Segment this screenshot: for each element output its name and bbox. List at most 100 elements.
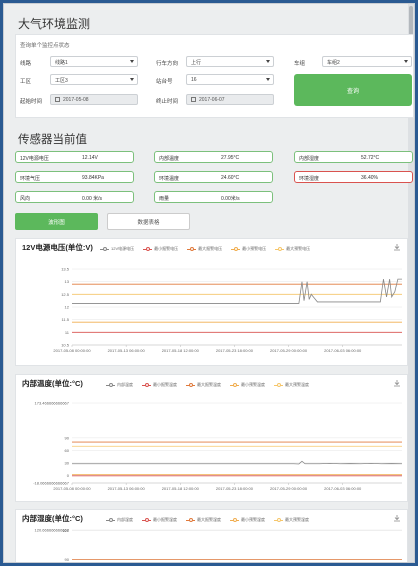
tab-curve[interactable]: 波形图	[15, 213, 98, 230]
x-tick-label: 2017-05-23 18:00:00	[216, 348, 254, 353]
legend-label: 最小预警温度	[241, 382, 265, 387]
sensor-value: 0.00 米/s	[82, 196, 103, 202]
calendar-icon	[191, 97, 196, 102]
sensor-box: 环境温度 24.60°C	[154, 171, 273, 183]
legend-label: 最大报警湿度	[197, 517, 221, 522]
line-select[interactable]: 线路1	[50, 56, 138, 67]
y-tick-label: 10.5	[61, 343, 70, 348]
line-label: 线路	[20, 61, 32, 67]
page-title: 大气环境监测	[18, 17, 91, 31]
y-tick-label: 12.5	[61, 292, 70, 297]
x-tick-label: 2017-05-18 12:00:00	[162, 486, 200, 491]
chart-card-humidity: 内部湿度(单位:°C) 内部湿度 最小报警湿度 最大报警湿度 最小预警湿度 最大…	[15, 509, 408, 562]
legend-label: 内部湿度	[117, 517, 133, 522]
direction-select[interactable]: 上行	[186, 56, 274, 67]
sensor-label: 雨量	[159, 196, 170, 202]
sensor-value: 0.00米/s	[221, 196, 240, 202]
chart-legend: 12V电源电压 最小报警电压 最大报警电压 最小预警电压 最大预警电压	[100, 246, 310, 252]
start-date-input[interactable]: 2017-05-08	[50, 94, 138, 105]
sensor-value: 24.60°C	[221, 175, 240, 181]
chart-title: 内部温度(单位:°C)	[22, 379, 83, 388]
sensor-box: 内部湿度 52.72°C	[294, 151, 413, 163]
query-button[interactable]: 查询	[294, 74, 412, 106]
legend-item: 最大报警湿度	[186, 517, 221, 523]
sensor-label: 环境气压	[20, 176, 41, 182]
app-frame: 大气环境监测 查询单个监控点状态 线路 线路1 行车方向 上行 车组 车组2 工…	[3, 3, 415, 563]
sensor-box: 风向 0.00 米/s	[15, 191, 134, 203]
sensor-label: 环境温度	[159, 176, 180, 182]
legend-label: 最小报警湿度	[153, 517, 177, 522]
sensor-label: 内部温度	[159, 156, 180, 162]
legend-item: 最大报警温度	[186, 382, 221, 388]
y-tick-label: 173.466666666667	[35, 401, 70, 406]
legend-item: 最小预警电压	[231, 246, 266, 252]
direction-label: 行车方向	[156, 61, 179, 67]
chevron-down-icon	[130, 60, 134, 63]
chart-title: 12V电源电压(单位:V)	[22, 243, 93, 252]
y-tick-label: 90	[65, 557, 70, 562]
legend-item: 最小预警湿度	[230, 517, 265, 523]
sensor-label: 内部湿度	[299, 156, 320, 162]
chart-legend: 内部湿度 最小报警湿度 最大报警湿度 最小预警湿度 最大预警湿度	[106, 517, 309, 523]
x-tick-label: 2017-05-08 00:00:00	[53, 348, 91, 353]
download-icon[interactable]	[393, 243, 401, 251]
y-tick-label: 0	[67, 473, 70, 478]
sensor-value: 27.95°C	[221, 155, 240, 161]
chart-temperature-svg: 173.466666666667 90 60 30 0 -18.0666666666667…	[33, 401, 403, 491]
y-tick-label: 13	[65, 279, 70, 284]
work-select-value: 工区3	[55, 78, 68, 84]
chart-card-voltage: 12V电源电压(单位:V) 12V电源电压 最小报警电压 最大报警电压 最小预警…	[15, 238, 408, 366]
download-icon[interactable]	[393, 514, 401, 522]
y-tick-label: 60	[65, 448, 70, 453]
y-tick-label: 13.5	[61, 267, 70, 272]
legend-label: 最大报警温度	[197, 382, 221, 387]
work-label: 工区	[20, 79, 32, 85]
query-hint: 查询单个监控点状态	[20, 43, 70, 49]
legend-item: 最小报警电压	[143, 246, 178, 252]
legend-label: 最小预警电压	[242, 246, 267, 251]
chart-title: 内部湿度(单位:°C)	[22, 514, 83, 523]
vehicle-label: 车组	[294, 61, 306, 67]
x-tick-label: 2017-05-13 06:00:00	[108, 486, 146, 491]
download-icon[interactable]	[393, 379, 401, 387]
chevron-down-icon	[266, 78, 270, 81]
legend-label: 最小报警温度	[153, 382, 177, 387]
legend-label: 最大报警电压	[198, 246, 223, 251]
station-select[interactable]: 16	[186, 74, 274, 85]
start-date-value: 2017-05-08	[63, 97, 89, 103]
sensor-value: 36.40%	[361, 175, 378, 181]
y-tick-label: -18.0666666666667	[33, 481, 70, 486]
work-select[interactable]: 工区3	[50, 74, 138, 85]
legend-item: 最大预警电压	[275, 246, 310, 252]
x-tick-label: 2017-05-08 00:00:00	[53, 486, 91, 491]
legend-label: 最大预警湿度	[285, 517, 309, 522]
x-tick-label: 2017-06-03 06:00:00	[324, 486, 362, 491]
y-tick-label: 11.5	[62, 317, 70, 322]
legend-item: 内部温度	[106, 382, 133, 388]
legend-item: 内部湿度	[106, 517, 133, 523]
sensor-value: 12.14V	[82, 155, 98, 161]
legend-label: 最小报警电压	[154, 246, 179, 251]
legend-label: 最大预警温度	[285, 382, 309, 387]
station-label: 站台号	[156, 79, 173, 85]
chevron-down-icon	[266, 60, 270, 63]
series-line	[72, 278, 402, 304]
x-tick-label: 2017-05-18 12:00:00	[162, 348, 200, 353]
sensor-box: 内部温度 27.95°C	[154, 151, 273, 163]
y-tick-label: 90	[65, 435, 70, 440]
sensor-label: 12V电源电压	[20, 156, 49, 162]
legend-item: 最小预警温度	[230, 382, 265, 388]
legend-label: 12V电源电压	[111, 246, 135, 251]
vehicle-select[interactable]: 车组2	[322, 56, 412, 67]
legend-item: 12V电源电压	[100, 246, 134, 252]
x-tick-label: 2017-05-29 00:00:00	[270, 486, 308, 491]
tab-table[interactable]: 数据表格	[107, 213, 190, 230]
end-date-input[interactable]: 2017-06-07	[186, 94, 274, 105]
legend-label: 内部温度	[117, 382, 133, 387]
sensors-title: 传感器当前值	[18, 134, 87, 146]
sensor-box: 12V电源电压 12.14V	[15, 151, 134, 163]
vehicle-select-value: 车组2	[327, 60, 340, 66]
sensor-label: 环境湿度	[299, 176, 320, 182]
sensor-box: 雨量 0.00米/s	[154, 191, 273, 203]
legend-item: 最小报警温度	[142, 382, 177, 388]
